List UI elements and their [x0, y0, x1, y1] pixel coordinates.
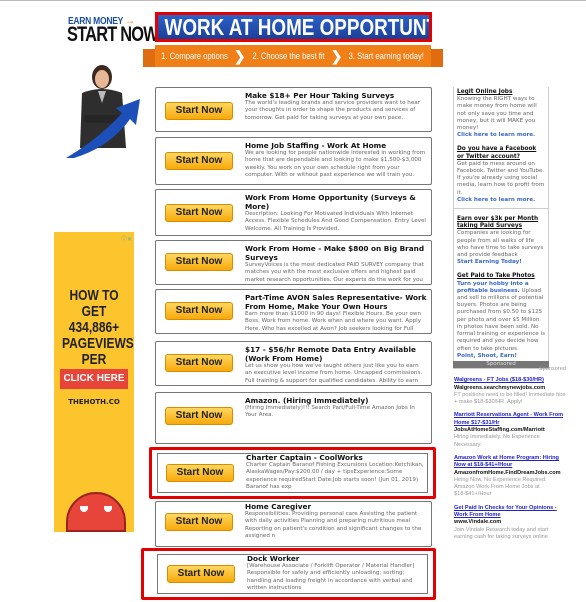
listing-card: Start Now Home Job Staffing - Work At Ho… [155, 137, 432, 185]
listing-title[interactable]: Amazon. (Hiring Immediately) [245, 396, 427, 405]
ad-title-link[interactable]: Marriott Reservations Agent - Work From … [454, 412, 566, 427]
sidebar-block-link[interactable]: Point, Shoot, Earn! [457, 353, 545, 360]
step-3: 3. Start earning today! [349, 51, 425, 61]
start-now-button[interactable]: Start Now [165, 253, 233, 271]
listing-title[interactable]: Work From Home Opportunity (Surveys & Mo… [245, 193, 427, 211]
sponsored-ad: Walgreens - FT Jobs ($18-$30/HR) Walgree… [454, 377, 566, 406]
ad-title-link[interactable]: Get Paid In Checks for Your Opinions - W… [454, 505, 566, 520]
sponsored-heading: Sponsored [538, 366, 566, 372]
start-now-button[interactable]: Start Now [165, 513, 233, 531]
sidebar-block-text: Companies are looking for people from al… [457, 230, 544, 259]
listing-description: We are looking for people nationwide int… [245, 150, 426, 178]
ad-description: Hiring Now, No Experience Required. Amaz… [454, 476, 547, 498]
listing-card: Start Now Work From Home - Make $800 on … [155, 240, 432, 285]
listing-description: (Hiring Immediately)!!! Search Part/Full… [245, 405, 415, 419]
ad-title-link[interactable]: Amazon Work at Home Program: Hiring Now … [454, 455, 566, 470]
left-banner-ad[interactable]: ⓘ✕ HOW TO GET 434,886+ PAGEVIEWS PER MON… [54, 232, 134, 532]
steps-ribbon: 1. Compare options ❯ 2. Choose the best … [143, 45, 443, 67]
ad-site-name: THEHOTH.CO [68, 398, 120, 406]
step-2: 2. Choose the best fit [252, 51, 325, 61]
sidebar-block: Do you have a Facebook or Twitter accoun… [454, 146, 548, 210]
ad-click-here-button[interactable]: CLICK HERE [60, 369, 128, 389]
listing-description: The world's leading brands and service p… [245, 100, 421, 121]
monster-mascot-icon [66, 492, 126, 532]
chevron-right-icon: ❯ [233, 47, 246, 64]
sidebar-block: Earn over $3k per Month taking Paid Surv… [457, 216, 545, 266]
ad-title-link[interactable]: Walgreens - FT Jobs ($18-$30/HR) [454, 377, 566, 384]
listing-card-highlighted: Start Now Charter Captain - CoolWorks Cha… [149, 447, 436, 499]
sponsored-ad: Marriott Reservations Agent - Work From … [454, 412, 566, 448]
step-1: 1. Compare options [161, 51, 228, 61]
start-now-button[interactable]: Start Now [165, 354, 233, 372]
start-now-button[interactable]: Start Now [167, 565, 235, 583]
page-title-banner: WORK AT HOME OPPORTUNTIES [155, 12, 432, 42]
sidebar-block-title[interactable]: Do you have a Facebook or Twitter accoun… [457, 146, 545, 160]
sidebar-block-text: Knowing the RIGHT ways to make money fro… [457, 96, 537, 132]
listing-description: Charter Captain Baranof Fishing Excursio… [246, 462, 424, 490]
start-now-button[interactable]: Start Now [165, 407, 233, 425]
sponsored-ad: Get Paid In Checks for Your Opinions - W… [454, 505, 566, 541]
listing-title[interactable]: Work From Home - Make $800 on Big Brand … [245, 244, 427, 262]
sponsored-ad: Amazon Work at Home Program: Hiring Now … [454, 455, 566, 499]
listing-description: SurveyVoices is the most dedicated PAID … [245, 262, 424, 284]
listing-title[interactable]: Part-Time AVON Sales Representative- Wor… [245, 293, 427, 311]
listing-card: Start Now Home Caregiver Responsibilities… [155, 501, 432, 547]
listing-title[interactable]: Make $18+ Per Hour Taking Surveys [245, 91, 427, 100]
ad-url[interactable]: www.Vindale.com [454, 519, 566, 526]
ad-url[interactable]: Walgreens.searchmynewjobs.com [454, 385, 566, 392]
ad-url[interactable]: JobsAtHomeStaffing.com/Marriott [454, 427, 566, 434]
chevron-right-icon: ❯ [330, 47, 343, 64]
sidebar-offers: Legit Online Jobs Knowing the RIGHT ways… [453, 87, 549, 369]
sidebar-block-text: Get paid to mess around on Facebook, Twi… [457, 160, 545, 196]
listing-description: Earn more than $1000 in 90 days! Flexibl… [245, 311, 422, 333]
listing-card: Start Now Work From Home Opportunity (Su… [155, 189, 432, 236]
listing-title[interactable]: Charter Captain - CoolWorks [246, 453, 429, 462]
listing-card-highlighted: Start Now Dock Worker [Warehouse Associat… [141, 548, 436, 600]
listing-description: [Warehouse Associate / Forklift Operator… [247, 563, 415, 591]
start-now-button[interactable]: Start Now [165, 302, 233, 320]
listing-card: Start Now Part-Time AVON Sales Represent… [155, 289, 432, 334]
ad-description: Hiring Immediately. No Experience Necess… [454, 434, 540, 448]
sidebar-block: Get Paid to Take Photos Turn your hobby … [457, 273, 545, 359]
ad-description: FT positions need to be filled! Immediat… [454, 391, 566, 406]
listing-description: Description: Looking For Motivated Indiv… [245, 211, 426, 232]
ad-url[interactable]: AmazonfromHome.FindDreamJobs.com [454, 470, 566, 477]
ad-choices-icon[interactable]: ⓘ✕ [121, 234, 132, 243]
sidebar-block: Legit Online Jobs Knowing the RIGHT ways… [457, 89, 545, 139]
businesswoman-image [66, 65, 140, 158]
sidebar-block-title[interactable]: Get Paid to Take Photos [457, 273, 545, 280]
listing-card: Start Now Make $18+ Per Hour Taking Surv… [155, 87, 432, 132]
listing-card: Start Now Amazon. (Hiring Immediately) (H… [155, 392, 432, 444]
sidebar-block-lead[interactable]: Turn your hobby into a profitable busine… [457, 281, 529, 294]
sidebar-block-title[interactable]: Legit Online Jobs [457, 89, 545, 96]
sidebar-block-link[interactable]: Start Earning Today! [457, 259, 545, 266]
listing-title[interactable]: Dock Worker [247, 554, 429, 563]
sidebar-block-link[interactable]: Click here to learn more. [457, 197, 545, 204]
listing-description: Let us show you how we've taught others … [245, 363, 423, 385]
listing-description: Responsibilities: Providing personal car… [245, 511, 422, 539]
listing-title[interactable]: $17 - $56/hr Remote Data Entry Available… [245, 345, 427, 363]
sidebar-block-text: Upload and sell to millions of potential… [457, 287, 546, 352]
listing-card: Start Now $17 - $56/hr Remote Data Entry… [155, 341, 432, 386]
page-title: WORK AT HOME OPPORTUNTIES [164, 14, 429, 40]
listing-title[interactable]: Home Job Staffing - Work At Home [245, 141, 427, 150]
start-now-button[interactable]: Start Now [166, 464, 234, 482]
listing-title[interactable]: Home Caregiver [245, 502, 427, 511]
sponsored-ads: Sponsored Walgreens - FT Jobs ($18-$30/H… [454, 366, 566, 547]
sidebar-block-link[interactable]: Click here to learn more. [457, 132, 545, 139]
start-now-button[interactable]: Start Now [165, 152, 233, 170]
start-now-button[interactable]: Start Now [165, 204, 233, 222]
ad-description: Join Vindale Research today and start ea… [454, 526, 549, 540]
start-now-button[interactable]: Start Now [165, 102, 233, 120]
start-now-logo: START NOW! [67, 23, 163, 46]
sidebar-block-title[interactable]: Earn over $3k per Month taking Paid Surv… [457, 216, 545, 230]
